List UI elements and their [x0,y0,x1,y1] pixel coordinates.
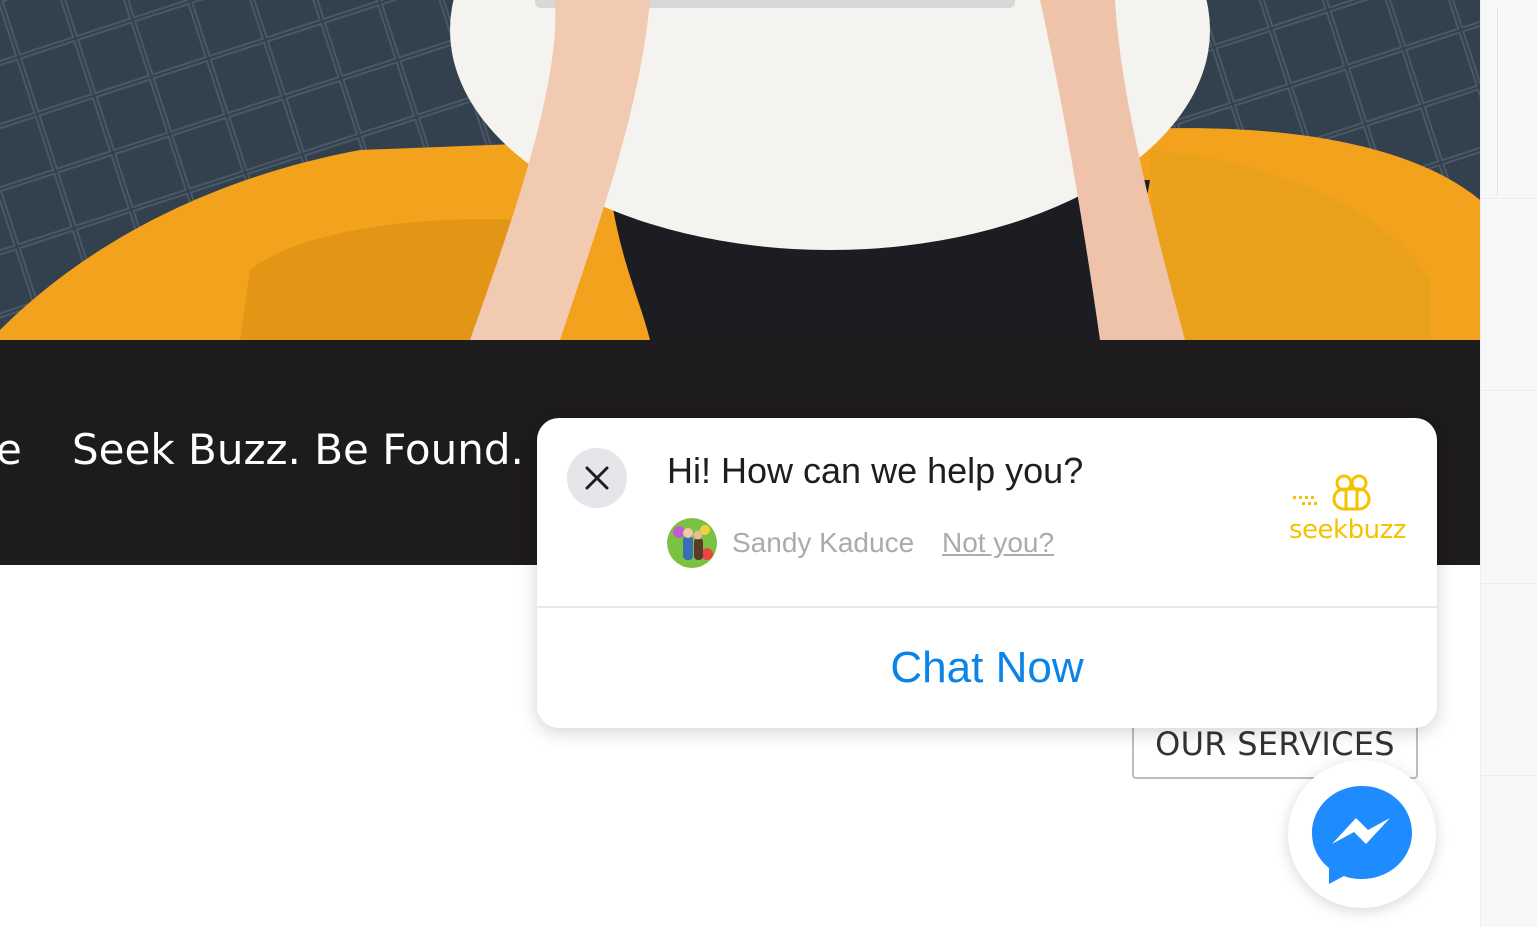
close-icon [585,466,609,490]
scrollbar-divider [1481,583,1537,584]
banner-tagline: Seek Buzz. Be Found. [72,425,524,474]
scrollbar-divider [1481,775,1537,776]
scrollbar-track[interactable] [1480,0,1537,927]
brand-wordmark: seekbuzz [1289,515,1406,545]
agent-name: Sandy Kaduce [732,527,915,558]
hero-image [0,0,1480,340]
chat-greeting: Hi! How can we help you? [667,450,1084,491]
avatar [667,518,717,568]
messenger-icon [1312,786,1412,884]
close-button[interactable] [567,448,627,508]
scrollbar-thumb[interactable] [1481,8,1498,196]
chat-popup: Hi! How can we help you? Sandy Kaduce No… [537,418,1437,728]
scrollbar-divider [1481,390,1537,391]
banner-text-fragment: e [0,425,22,474]
seekbuzz-logo: seekbuzz [1289,473,1407,545]
chat-now-button[interactable]: Chat Now [537,608,1437,728]
not-you-link[interactable]: Not you? [942,527,1054,559]
bee-icon [1293,474,1371,511]
messenger-launcher-button[interactable] [1288,760,1436,908]
scrollbar-divider [1481,198,1537,199]
hero-photo-illustration [0,0,1480,340]
